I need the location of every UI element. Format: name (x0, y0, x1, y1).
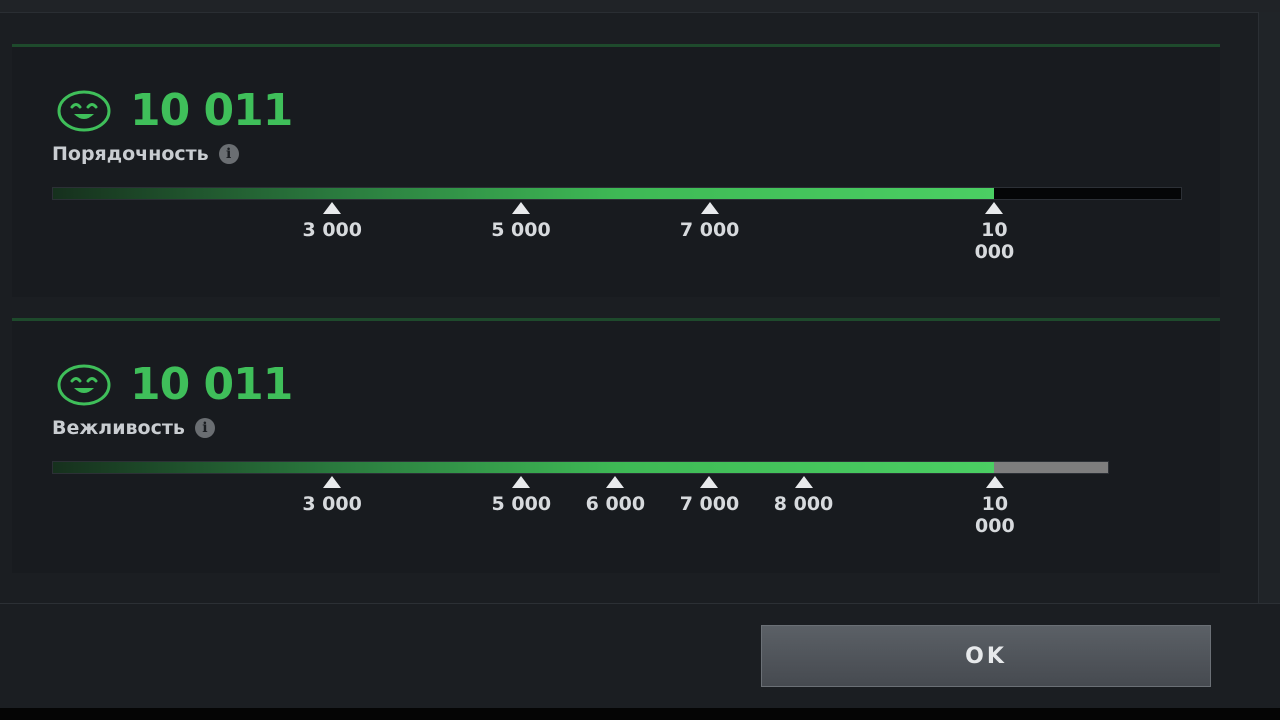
threshold-marker (700, 476, 719, 488)
threshold-label: 7 000 (679, 219, 740, 241)
politeness-score: 10 011 (130, 359, 293, 410)
politeness-label: Вежливость (52, 417, 185, 439)
smiling-face-icon (57, 90, 111, 132)
decency-label: Порядочность (52, 143, 209, 165)
threshold-marker (512, 476, 531, 488)
threshold-marker (323, 476, 342, 488)
threshold-label: 3 000 (302, 219, 362, 241)
threshold-marker (700, 202, 719, 214)
decency-progress-fill (53, 188, 994, 199)
score-row: 10 011 (56, 359, 293, 410)
threshold-marker (323, 202, 342, 214)
threshold-label: 6 000 (585, 493, 646, 515)
info-icon[interactable]: i (218, 144, 239, 164)
threshold-label: 10 000 (974, 219, 1015, 263)
threshold-label: 5 000 (491, 493, 552, 515)
decency-score: 10 011 (130, 85, 293, 136)
ok-button[interactable]: OK (761, 625, 1211, 687)
politeness-progress-fill (53, 462, 995, 473)
conduct-panel-decency: 10 011 Порядочность i 3 000 5 000 7 000 … (12, 44, 1220, 297)
info-icon[interactable]: i (194, 418, 215, 438)
score-row: 10 011 (56, 85, 293, 136)
threshold-marker (794, 476, 813, 488)
threshold-marker (606, 476, 625, 488)
threshold-label: 5 000 (491, 219, 551, 241)
threshold-label: 7 000 (679, 493, 740, 515)
footer-divider (0, 603, 1280, 604)
label-row: Вежливость i (52, 417, 215, 439)
threshold-label: 3 000 (302, 493, 362, 515)
threshold-marker (985, 202, 1004, 214)
label-row: Порядочность i (52, 143, 239, 165)
threshold-label: 8 000 (773, 493, 834, 515)
bottom-bar (0, 708, 1280, 720)
decency-progress-bar (52, 187, 1182, 200)
scrollbar-track[interactable] (1258, 12, 1280, 604)
threshold-label: 10 000 (975, 493, 1015, 537)
threshold-marker (511, 202, 530, 214)
conduct-panel-politeness: 10 011 Вежливость i 3 000 5 000 6 000 7 … (12, 318, 1220, 573)
top-bar (0, 0, 1280, 13)
threshold-marker (985, 476, 1004, 488)
smiling-face-icon (57, 364, 111, 406)
politeness-progress-bar (52, 461, 1109, 474)
